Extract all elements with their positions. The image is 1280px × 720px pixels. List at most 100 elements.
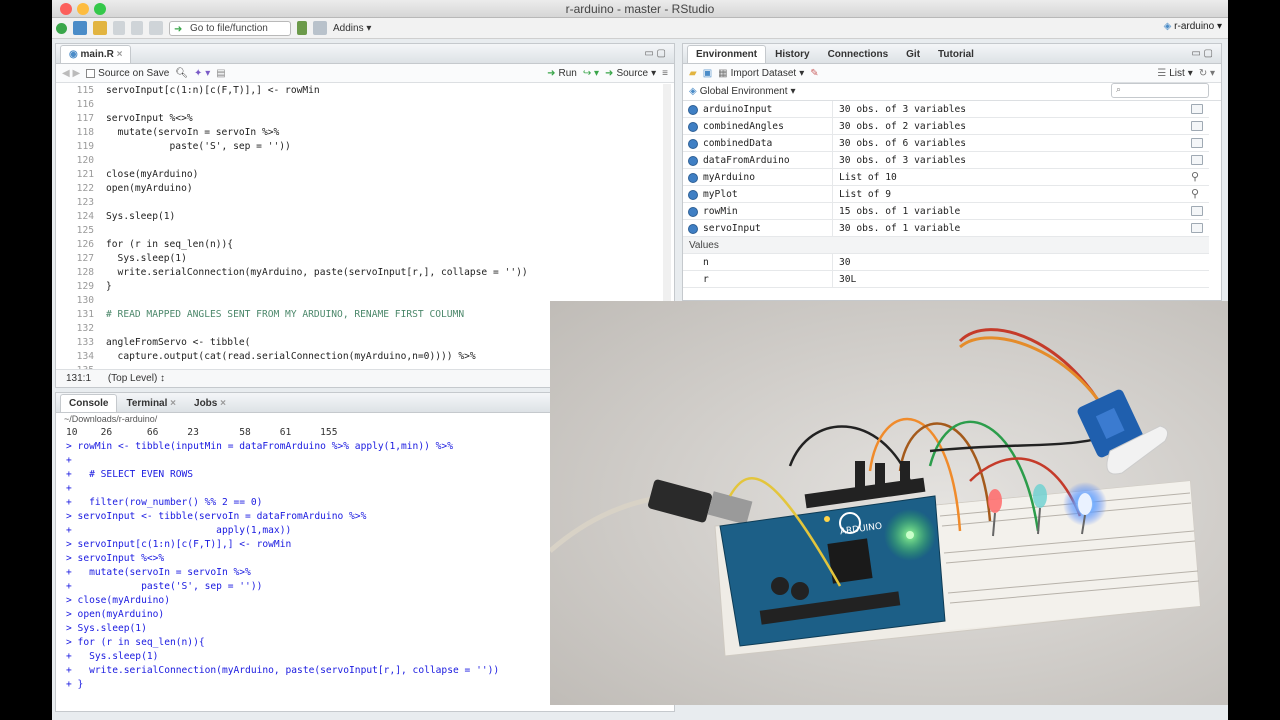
tab-history[interactable]: History	[766, 45, 818, 63]
expand-icon[interactable]	[688, 206, 698, 217]
object-name: servoInput	[683, 219, 833, 237]
environment-row[interactable]: combinedData 30 obs. of 6 variables	[683, 134, 1209, 152]
goto-file-function-input[interactable]: ➜ Go to file/function	[169, 20, 291, 36]
grid-icon[interactable]	[1191, 155, 1203, 165]
environment-row[interactable]: servoInput 30 obs. of 1 variable	[683, 219, 1209, 237]
code-line[interactable]: servoInput[c(1:n)[c(F,T)],] <- rowMin	[106, 84, 660, 98]
environment-row[interactable]: rowMin 15 obs. of 1 variable	[683, 202, 1209, 220]
load-workspace-icon[interactable]: ▰	[689, 68, 697, 79]
tab-connections[interactable]: Connections	[819, 45, 898, 63]
source-button[interactable]: ➜ Source ▾	[605, 68, 656, 79]
value-value: 30L	[839, 273, 857, 285]
tab-environment[interactable]: Environment	[687, 45, 767, 63]
broom-icon[interactable]: ✎	[810, 68, 818, 79]
code-line[interactable]: write.serialConnection(myArduino, paste(…	[106, 266, 660, 280]
code-line[interactable]	[106, 154, 660, 168]
code-line[interactable]: open(myArduino)	[106, 182, 660, 196]
environment-value-row[interactable]: r 30L	[683, 270, 1209, 288]
editor-tabbar: ◉ main.R × ▭ ▢	[56, 44, 674, 64]
object-name: arduinoInput	[683, 100, 833, 118]
git-icon[interactable]	[297, 21, 307, 35]
magnifier-icon[interactable]: ⚲	[1191, 170, 1203, 183]
new-file-icon[interactable]	[56, 22, 67, 34]
code-line[interactable]: }	[106, 280, 660, 294]
print-icon[interactable]	[149, 21, 163, 35]
grid-icon[interactable]	[1191, 223, 1203, 233]
close-tab-icon[interactable]: ×	[220, 398, 226, 409]
object-name: combinedAngles	[683, 117, 833, 135]
object-name-text: servoInput	[703, 222, 761, 234]
workspace-panes-icon[interactable]	[313, 21, 327, 35]
expand-icon[interactable]	[688, 189, 698, 200]
tab-git[interactable]: Git	[897, 45, 929, 63]
pane-min-max-icons[interactable]: ▭ ▢	[1191, 48, 1213, 59]
magnifier-icon[interactable]: ⚲	[1191, 187, 1203, 200]
code-line[interactable]	[106, 224, 660, 238]
grid-icon[interactable]	[1191, 206, 1203, 216]
open-file-icon[interactable]	[93, 21, 107, 35]
search-icon: ⌕	[1116, 84, 1122, 94]
tab-jobs[interactable]: Jobs ×	[185, 394, 235, 412]
magic-wand-icon[interactable]: ✦ ▾	[194, 68, 210, 79]
addins-menu[interactable]: Addins ▾	[333, 23, 371, 34]
save-all-icon[interactable]	[131, 21, 143, 35]
environment-row[interactable]: myPlot List of 9 ⚲	[683, 185, 1209, 203]
code-line[interactable]: Sys.sleep(1)	[106, 210, 660, 224]
code-line[interactable]: paste('S', sep = ''))	[106, 140, 660, 154]
close-window-button[interactable]	[60, 3, 72, 15]
rerun-icon[interactable]: ↪ ▾	[583, 68, 599, 79]
zoom-window-button[interactable]	[94, 3, 106, 15]
expand-icon[interactable]	[688, 223, 698, 234]
arduino-photo: ARDUINO	[550, 301, 1228, 705]
search-icon[interactable]: 🔍︎	[175, 68, 188, 79]
code-line[interactable]: servoInput %<>%	[106, 112, 660, 126]
code-line[interactable]: for (r in seq_len(n)){	[106, 238, 660, 252]
source-on-save-checkbox[interactable]: Source on Save	[86, 68, 169, 79]
grid-icon[interactable]	[1191, 138, 1203, 148]
run-button[interactable]: ➜ Run	[547, 68, 577, 79]
tab-tutorial[interactable]: Tutorial	[929, 45, 983, 63]
expand-icon[interactable]	[688, 172, 698, 183]
pane-min-max-icons[interactable]: ▭ ▢	[644, 48, 666, 59]
outline-icon[interactable]: ≡	[662, 68, 674, 79]
code-line[interactable]	[106, 196, 660, 210]
view-mode-dropdown[interactable]: ☰ List ▾	[1157, 68, 1193, 79]
tab-main-r[interactable]: ◉ main.R ×	[60, 45, 132, 63]
import-dataset-button[interactable]: ▦ Import Dataset ▾	[718, 68, 804, 79]
grid-icon[interactable]	[1191, 104, 1203, 114]
save-icon[interactable]	[113, 21, 125, 35]
environment-row[interactable]: dataFromArduino 30 obs. of 3 variables	[683, 151, 1209, 169]
project-menu[interactable]: ◈ r-arduino ▾	[1164, 21, 1222, 32]
environment-row[interactable]: myArduino List of 10 ⚲	[683, 168, 1209, 186]
minimize-window-button[interactable]	[77, 3, 89, 15]
environment-row[interactable]: combinedAngles 30 obs. of 2 variables	[683, 117, 1209, 135]
refresh-icon[interactable]: ↻ ▾	[1199, 68, 1221, 79]
arduino-photo-svg: ARDUINO	[550, 301, 1228, 705]
code-line[interactable]: Sys.sleep(1)	[106, 252, 660, 266]
line-number: 127	[76, 253, 94, 264]
scope-selector[interactable]: (Top Level) ↕	[108, 373, 165, 384]
tab-terminal[interactable]: Terminal ×	[117, 394, 185, 412]
save-workspace-icon[interactable]: ▣	[703, 68, 712, 79]
environment-value-row[interactable]: n 30	[683, 253, 1209, 271]
expand-icon[interactable]	[688, 155, 698, 166]
scope-dropdown[interactable]: ◈ Global Environment ▾	[689, 86, 796, 97]
close-tab-icon[interactable]: ×	[117, 49, 123, 60]
back-forward-icon[interactable]: ◀ ▶	[62, 68, 80, 79]
code-line[interactable]: close(myArduino)	[106, 168, 660, 182]
notebook-icon[interactable]: ▤	[216, 68, 225, 79]
line-number: 120	[76, 155, 94, 166]
object-name: rowMin	[683, 202, 833, 220]
code-line[interactable]: mutate(servoIn = servoIn %>%	[106, 126, 660, 140]
environment-search-input[interactable]: ⌕	[1111, 83, 1209, 98]
expand-icon[interactable]	[688, 121, 698, 132]
code-line[interactable]	[106, 98, 660, 112]
expand-icon[interactable]	[688, 138, 698, 149]
environment-row[interactable]: arduinoInput 30 obs. of 3 variables	[683, 100, 1209, 118]
expand-icon[interactable]	[688, 104, 698, 115]
grid-icon[interactable]	[1191, 121, 1203, 131]
r-env-icon: ◈	[689, 86, 697, 97]
tab-console[interactable]: Console	[60, 394, 118, 412]
new-project-icon[interactable]	[73, 21, 87, 35]
close-tab-icon[interactable]: ×	[170, 398, 176, 409]
